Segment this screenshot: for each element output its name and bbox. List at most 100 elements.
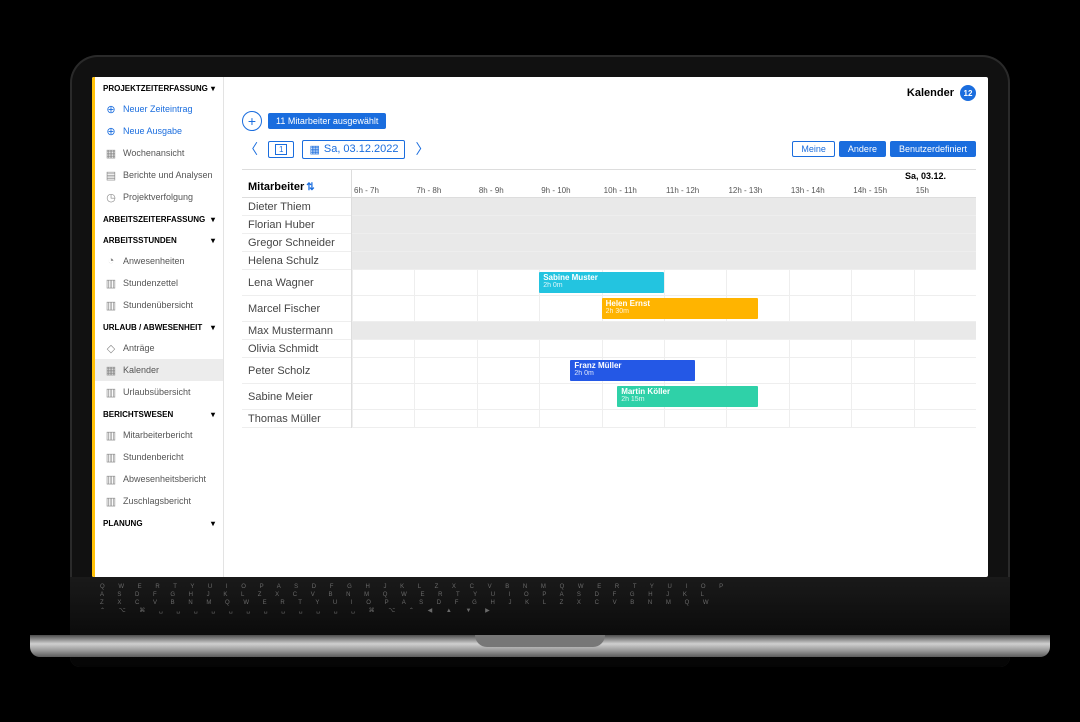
sidebar-item-timesheet[interactable]: ▥ Stundenzettel [95,272,223,294]
toolbar: + 11 Mitarbeiter ausgewählt [242,111,976,131]
document-icon: ▥ [105,386,117,398]
timeline-row[interactable] [352,252,976,270]
sidebar-section-berichtswesen[interactable]: BERICHTSWESEN ▾ [95,403,223,424]
timeline-row[interactable] [352,198,976,216]
sidebar-item-label: Projektverfolgung [123,192,193,202]
filter-others-button[interactable]: Andere [839,141,886,157]
sidebar-item-label: Zuschlagsbericht [123,496,191,506]
timeline-event[interactable]: Martin Köller2h 15m [617,386,757,407]
chevron-down-icon: ▾ [211,84,215,93]
sidebar-item-calendar[interactable]: ▦ Kalender [95,359,223,381]
sidebar-item-label: Stundenbericht [123,452,184,462]
employee-row[interactable]: Florian Huber [242,216,351,234]
timeline-header: Sa, 03.12. 6h - 7h7h - 8h8h - 9h9h - 10h… [352,170,976,198]
clock-icon: ◷ [105,191,117,203]
sidebar-item-hours-report[interactable]: ▥ Stundenbericht [95,446,223,468]
hour-label: 15h [914,186,976,195]
timeline-grid: Sa, 03.12. 6h - 7h7h - 8h8h - 9h9h - 10h… [352,170,976,428]
sidebar-section-planung[interactable]: PLANUNG ▾ [95,512,223,533]
timeline-event[interactable]: Sabine Muster2h 0m [539,272,664,293]
document-icon: ▥ [105,277,117,289]
sidebar-section-projektzeiterfassung[interactable]: PROJEKTZEITERFASSUNG ▾ [95,77,223,98]
timeline-row[interactable] [352,410,976,428]
sidebar-item-surcharge-report[interactable]: ▥ Zuschlagsbericht [95,490,223,512]
timeline-row[interactable] [352,216,976,234]
document-icon: ▥ [105,451,117,463]
sidebar-item-label: Neuer Zeiteintrag [123,104,193,114]
employee-row[interactable]: Dieter Thiem [242,198,351,216]
stopwatch-icon: ◔ [105,255,117,267]
employee-header[interactable]: Mitarbeiter ⇅ [242,170,351,198]
sidebar-item-label: Berichte und Analysen [123,170,213,180]
sidebar-section-urlaub[interactable]: URLAUB / ABWESENHEIT ▾ [95,316,223,337]
filter-custom-button[interactable]: Benutzerdefiniert [890,141,976,157]
sidebar-item-leave-overview[interactable]: ▥ Urlaubsübersicht [95,381,223,403]
sidebar-item-reports[interactable]: ▤ Berichte und Analysen [95,164,223,186]
sidebar-item-tracking[interactable]: ◷ Projektverfolgung [95,186,223,208]
timeline-row[interactable]: Martin Köller2h 15m [352,384,976,410]
timeline-body: Sabine Muster2h 0m Helen Ernst2h 30m Franz… [352,198,976,428]
employee-row[interactable]: Marcel Fischer [242,296,351,322]
timeline-event[interactable]: Helen Ernst2h 30m [602,298,758,319]
sidebar-item-label: Stundenübersicht [123,300,193,310]
calendar-icon: ▦ [309,143,319,156]
count-badge: 12 [960,85,976,101]
sidebar-item-new-entry[interactable]: ⊕ Neuer Zeiteintrag [95,98,223,120]
sidebar-item-presences[interactable]: ◔ Anwesenheiten [95,250,223,272]
sidebar-item-hours-overview[interactable]: ▥ Stundenübersicht [95,294,223,316]
filter-mine-button[interactable]: Meine [792,141,835,157]
sidebar-item-label: Urlaubsübersicht [123,387,191,397]
timeline-event[interactable]: Franz Müller2h 0m [570,360,695,381]
chevron-down-icon: ▾ [211,236,215,245]
calendar-icon: ▦ [105,364,117,376]
selection-pill[interactable]: 11 Mitarbeiter ausgewählt [268,113,386,129]
sidebar-item-label: Mitarbeiterbericht [123,430,193,440]
sidebar-section-arbeitszeiterfassung[interactable]: ARBEITSZEITERFASSUNG ▾ [95,208,223,229]
employee-row[interactable]: Sabine Meier [242,384,351,410]
section-label: URLAUB / ABWESENHEIT [103,323,202,332]
sidebar-item-label: Anwesenheiten [123,256,185,266]
timeline-row[interactable]: Franz Müller2h 0m [352,358,976,384]
sidebar-section-arbeitsstunden[interactable]: ARBEITSSTUNDEN ▾ [95,229,223,250]
sidebar-item-requests[interactable]: ◇ Anträge [95,337,223,359]
employee-row[interactable]: Helena Schulz [242,252,351,270]
plus-circle-icon: ⊕ [105,103,117,115]
employee-row[interactable]: Thomas Müller [242,410,351,428]
hour-label: 14h - 15h [851,186,913,195]
add-button[interactable]: + [242,111,262,131]
date-label: Sa, 03.12.2022 [324,143,399,155]
chevron-down-icon: ▾ [211,215,215,224]
timeline-row[interactable]: Sabine Muster2h 0m [352,270,976,296]
chevron-down-icon: ▾ [211,323,215,332]
sidebar-item-label: Abwesenheitsbericht [123,474,206,484]
next-day-button[interactable]: 〉 [413,139,431,159]
timeline-row[interactable] [352,234,976,252]
tag-icon: ◇ [105,342,117,354]
timeline-row[interactable] [352,322,976,340]
sidebar-item-week-view[interactable]: ▦ Wochenansicht [95,142,223,164]
prev-day-button[interactable]: 〈 [242,139,260,159]
sidebar-item-absence-report[interactable]: ▥ Abwesenheitsbericht [95,468,223,490]
employee-row[interactable]: Olivia Schmidt [242,340,351,358]
hour-label: 12h - 13h [726,186,788,195]
employee-row[interactable]: Lena Wagner [242,270,351,296]
document-icon: ▥ [105,495,117,507]
timeline-row[interactable] [352,340,976,358]
main-content: Kalender 12 + 11 Mitarbeiter ausgewählt … [224,77,988,577]
section-label: BERICHTSWESEN [103,410,173,419]
today-button[interactable]: 1 [268,141,294,158]
employee-row[interactable]: Max Mustermann [242,322,351,340]
employee-row[interactable]: Peter Scholz [242,358,351,384]
sidebar-item-emp-report[interactable]: ▥ Mitarbeiterbericht [95,424,223,446]
chevron-down-icon: ▾ [211,410,215,419]
chevron-down-icon: ▾ [211,519,215,528]
calendar-day-icon: 1 [275,144,287,155]
laptop-base: Q W E R T Y U I O P A S D F G H J K L Z … [70,577,1010,667]
sidebar: PROJEKTZEITERFASSUNG ▾ ⊕ Neuer Zeiteintr… [92,77,224,577]
hour-label: 13h - 14h [789,186,851,195]
document-icon: ▥ [105,473,117,485]
timeline-row[interactable]: Helen Ernst2h 30m [352,296,976,322]
employee-row[interactable]: Gregor Schneider [242,234,351,252]
sidebar-item-new-expense[interactable]: ⊕ Neue Ausgabe [95,120,223,142]
date-picker-button[interactable]: ▦ Sa, 03.12.2022 [302,140,405,159]
